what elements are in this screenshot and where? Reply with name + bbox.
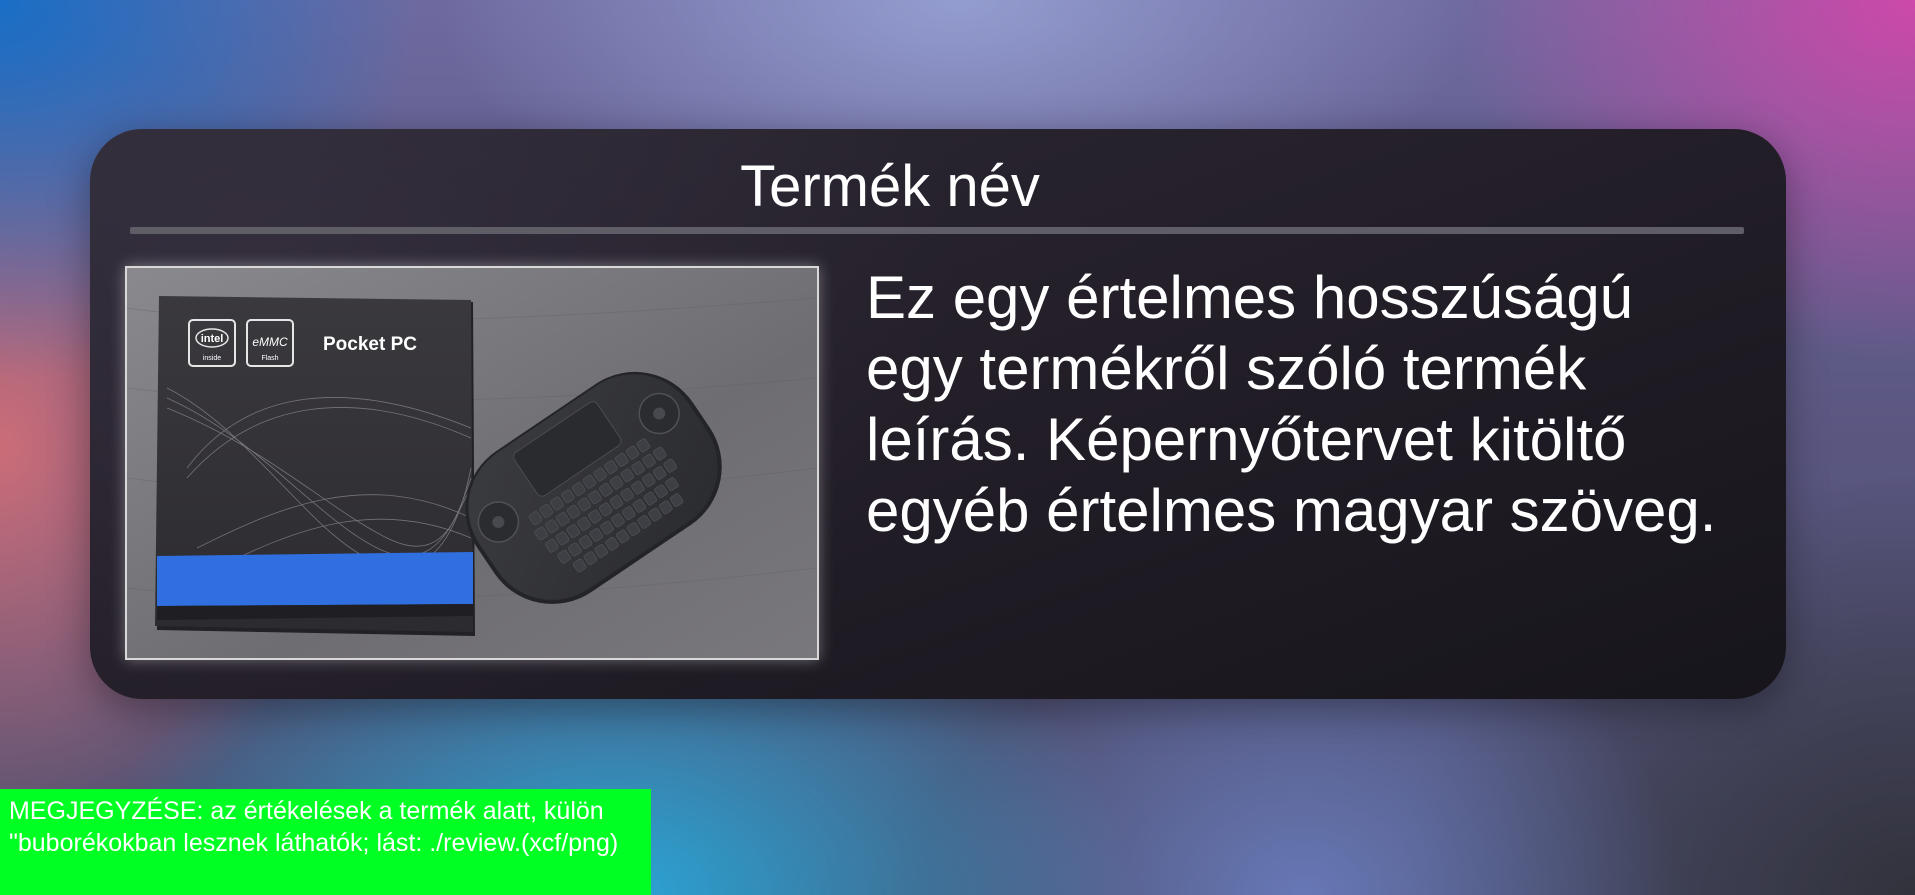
pocket-pc-box: intel inside eMMC Flash Pocket PC	[155, 296, 475, 636]
inside-label: inside	[203, 355, 221, 362]
box-title-text: Pocket PC	[323, 334, 417, 355]
product-description: Ez egy értelmes hosszúságú egy termékről…	[866, 264, 1717, 544]
review-note: MEGJEGYZÉSE: az értékelések a termék ala…	[0, 789, 651, 895]
box-blue-stripe	[157, 552, 473, 606]
intel-logo-text: intel	[201, 333, 224, 345]
product-title: Termék név	[740, 154, 1040, 219]
title-divider	[130, 227, 1744, 234]
emmc-label: eMMC	[252, 335, 288, 349]
product-card: Termék név intel inside eMMC Flash Pocke…	[90, 129, 1786, 699]
product-image: intel inside eMMC Flash Pocket PC	[125, 266, 819, 660]
flash-label: Flash	[261, 355, 278, 362]
